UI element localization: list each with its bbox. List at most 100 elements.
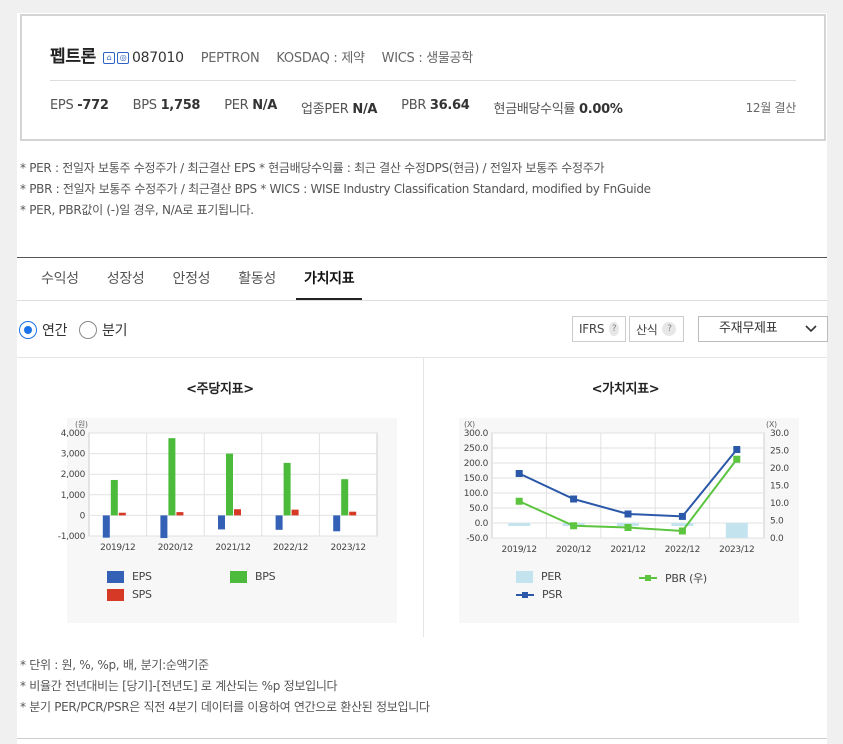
legend-label: PBR (우)	[665, 572, 707, 585]
bar-eps	[160, 515, 168, 539]
y-tick-label-right: 20.0	[770, 464, 789, 474]
statement-select-value: 주재무제표	[719, 321, 778, 336]
x-tick-label: 2021/12	[610, 545, 645, 555]
tab-activity[interactable]: 활동성	[230, 258, 284, 300]
bar-sps	[291, 509, 299, 516]
radio-annual-dot[interactable]	[19, 321, 37, 339]
wics-label: WICS : 생물공학	[381, 51, 474, 66]
formula-button[interactable]: 산식 ?	[629, 316, 684, 342]
x-tick-label: 2019/12	[502, 545, 537, 555]
stat-1: BPS 1,758	[133, 98, 201, 117]
y-tick-label-left: -50.0	[466, 534, 488, 544]
stats-row: EPS -772 BPS 1,758 PER N/A 업종PER N/A PBR 36.…	[50, 98, 647, 117]
legend-swatch	[107, 570, 124, 583]
legend-bps: BPS	[230, 570, 276, 583]
bar-eps	[102, 515, 110, 538]
y-tick-label: -1,000	[58, 532, 86, 542]
note-line: * PBR : 전일자 보통주 수정주가 / 최근결산 BPS * WICS :…	[20, 182, 651, 196]
chart-controls: 연간 분기 IFRS ? 산식 ? 주재무제표	[17, 314, 828, 348]
y-tick-label-right: 0.0	[770, 534, 784, 544]
company-title-row: 펩트론 ⌂ ◎ 087010 PEPTRON KOSDAQ : 제약 WICS …	[50, 42, 473, 67]
radio-quarter[interactable]: 분기	[79, 320, 127, 340]
bottom-table-edge	[17, 738, 827, 739]
y-unit-label: (원)	[75, 420, 88, 429]
marker-pbr	[570, 522, 578, 530]
y-tick-label-left: 150.0	[464, 474, 489, 484]
stat-0: EPS -772	[50, 98, 109, 117]
note-line: * 단위 : 원, %, %p, 배, 분기:순액기준	[20, 658, 209, 672]
x-tick-label: 2020/12	[158, 543, 193, 553]
legend-swatch	[107, 588, 124, 601]
note-line: * PER : 전일자 보통주 수정주가 / 최근결산 EPS * 현금배당수익…	[20, 161, 605, 175]
y-tick-label: 1,000	[61, 491, 86, 501]
tab-valuation[interactable]: 가치지표	[296, 258, 363, 300]
bar-bps	[110, 479, 118, 516]
radio-annual[interactable]: 연간	[19, 320, 67, 340]
y-tick-label-right: 5.0	[770, 517, 784, 527]
y-tick-label-left: 250.0	[464, 444, 489, 454]
stat-label: 업종PER	[301, 102, 349, 117]
bar-bps	[226, 453, 233, 516]
tab-stability[interactable]: 안정성	[165, 258, 219, 300]
tab-profitability[interactable]: 수익성	[33, 258, 87, 300]
y-tick-label-left: 50.0	[469, 504, 488, 514]
radio-annual-label: 연간	[42, 323, 68, 339]
marker-pbr	[733, 455, 741, 463]
bar-eps	[333, 515, 341, 532]
stat-label: BPS	[132, 98, 157, 113]
x-tick-label: 2022/12	[273, 543, 308, 553]
y-tick-label-left: 300.0	[464, 429, 489, 439]
bar-bps	[283, 462, 291, 516]
stat-label: PER	[224, 98, 249, 113]
x-tick-label: 2023/12	[719, 545, 754, 555]
market-label: KOSDAQ : 제약	[276, 51, 365, 66]
legend-pbr: PBR (우)	[639, 570, 707, 586]
note-line: * 비율간 전년대비는 [당기]-[전년도] 로 계산되는 %p 정보입니다	[20, 679, 338, 693]
legend-label: EPS	[132, 570, 152, 583]
help-icon[interactable]: ?	[662, 322, 677, 336]
y-tick-label-right: 25.0	[770, 447, 789, 457]
stat-value: 36.64	[429, 98, 470, 113]
marker-pbr	[515, 497, 523, 505]
y-tick-label: 2,000	[61, 470, 86, 480]
x-tick-label: 2020/12	[556, 545, 591, 555]
legend-label: SPS	[132, 588, 152, 601]
y-tick-label: 0	[80, 511, 86, 521]
ifrs-button[interactable]: IFRS ?	[572, 316, 626, 342]
stat-value: 1,758	[160, 98, 201, 113]
x-tick-label: 2021/12	[215, 543, 250, 553]
plot-area	[491, 432, 765, 539]
stat-4: PBR 36.64	[401, 98, 470, 117]
marker-psr	[733, 446, 741, 453]
per-share-chart: 4,000 3,000 2,000 1,000 0 -1,000 (원) 2019/12 202…	[58, 418, 397, 623]
tab-growth[interactable]: 성장성	[99, 258, 153, 300]
y-tick-label-right: 30.0	[770, 429, 789, 439]
settlement-label: 12월 결산	[745, 101, 797, 115]
note-line: * PER, PBR값이 (-)일 경우, N/A로 표기됩니다.	[20, 203, 254, 217]
per-share-chart-panel: <주당지표> 4,000 3,000 2,000 1,000 0 -1,000 (원) 201…	[17, 357, 423, 637]
marker-pbr	[678, 527, 686, 535]
company-code: 087010	[132, 50, 184, 66]
legend-eps: EPS	[107, 570, 152, 583]
ifrs-label: IFRS	[579, 322, 605, 336]
y-tick-label-left: 0.0	[475, 519, 489, 529]
y-tick-label: 4,000	[61, 429, 86, 439]
formula-label: 산식	[636, 322, 658, 337]
radio-quarter-dot[interactable]	[79, 321, 97, 339]
x-tick-label: 2019/12	[100, 543, 135, 553]
legend-label: BPS	[255, 570, 276, 583]
legend-label: PSR	[542, 588, 563, 601]
bar-sps	[234, 509, 241, 516]
bar-bps	[341, 479, 349, 516]
legend-swatch	[516, 570, 533, 583]
bar-sps	[176, 512, 184, 516]
stat-2: PER N/A	[224, 98, 277, 117]
stat-label: EPS	[50, 98, 74, 113]
statement-select[interactable]: 주재무제표	[698, 316, 828, 342]
ir-icon[interactable]: ◎	[117, 52, 130, 64]
help-icon[interactable]: ?	[609, 322, 619, 336]
radio-quarter-label: 분기	[102, 323, 128, 339]
bar-sps	[118, 512, 126, 516]
home-icon[interactable]: ⌂	[103, 52, 116, 64]
bar-bps	[168, 438, 176, 516]
